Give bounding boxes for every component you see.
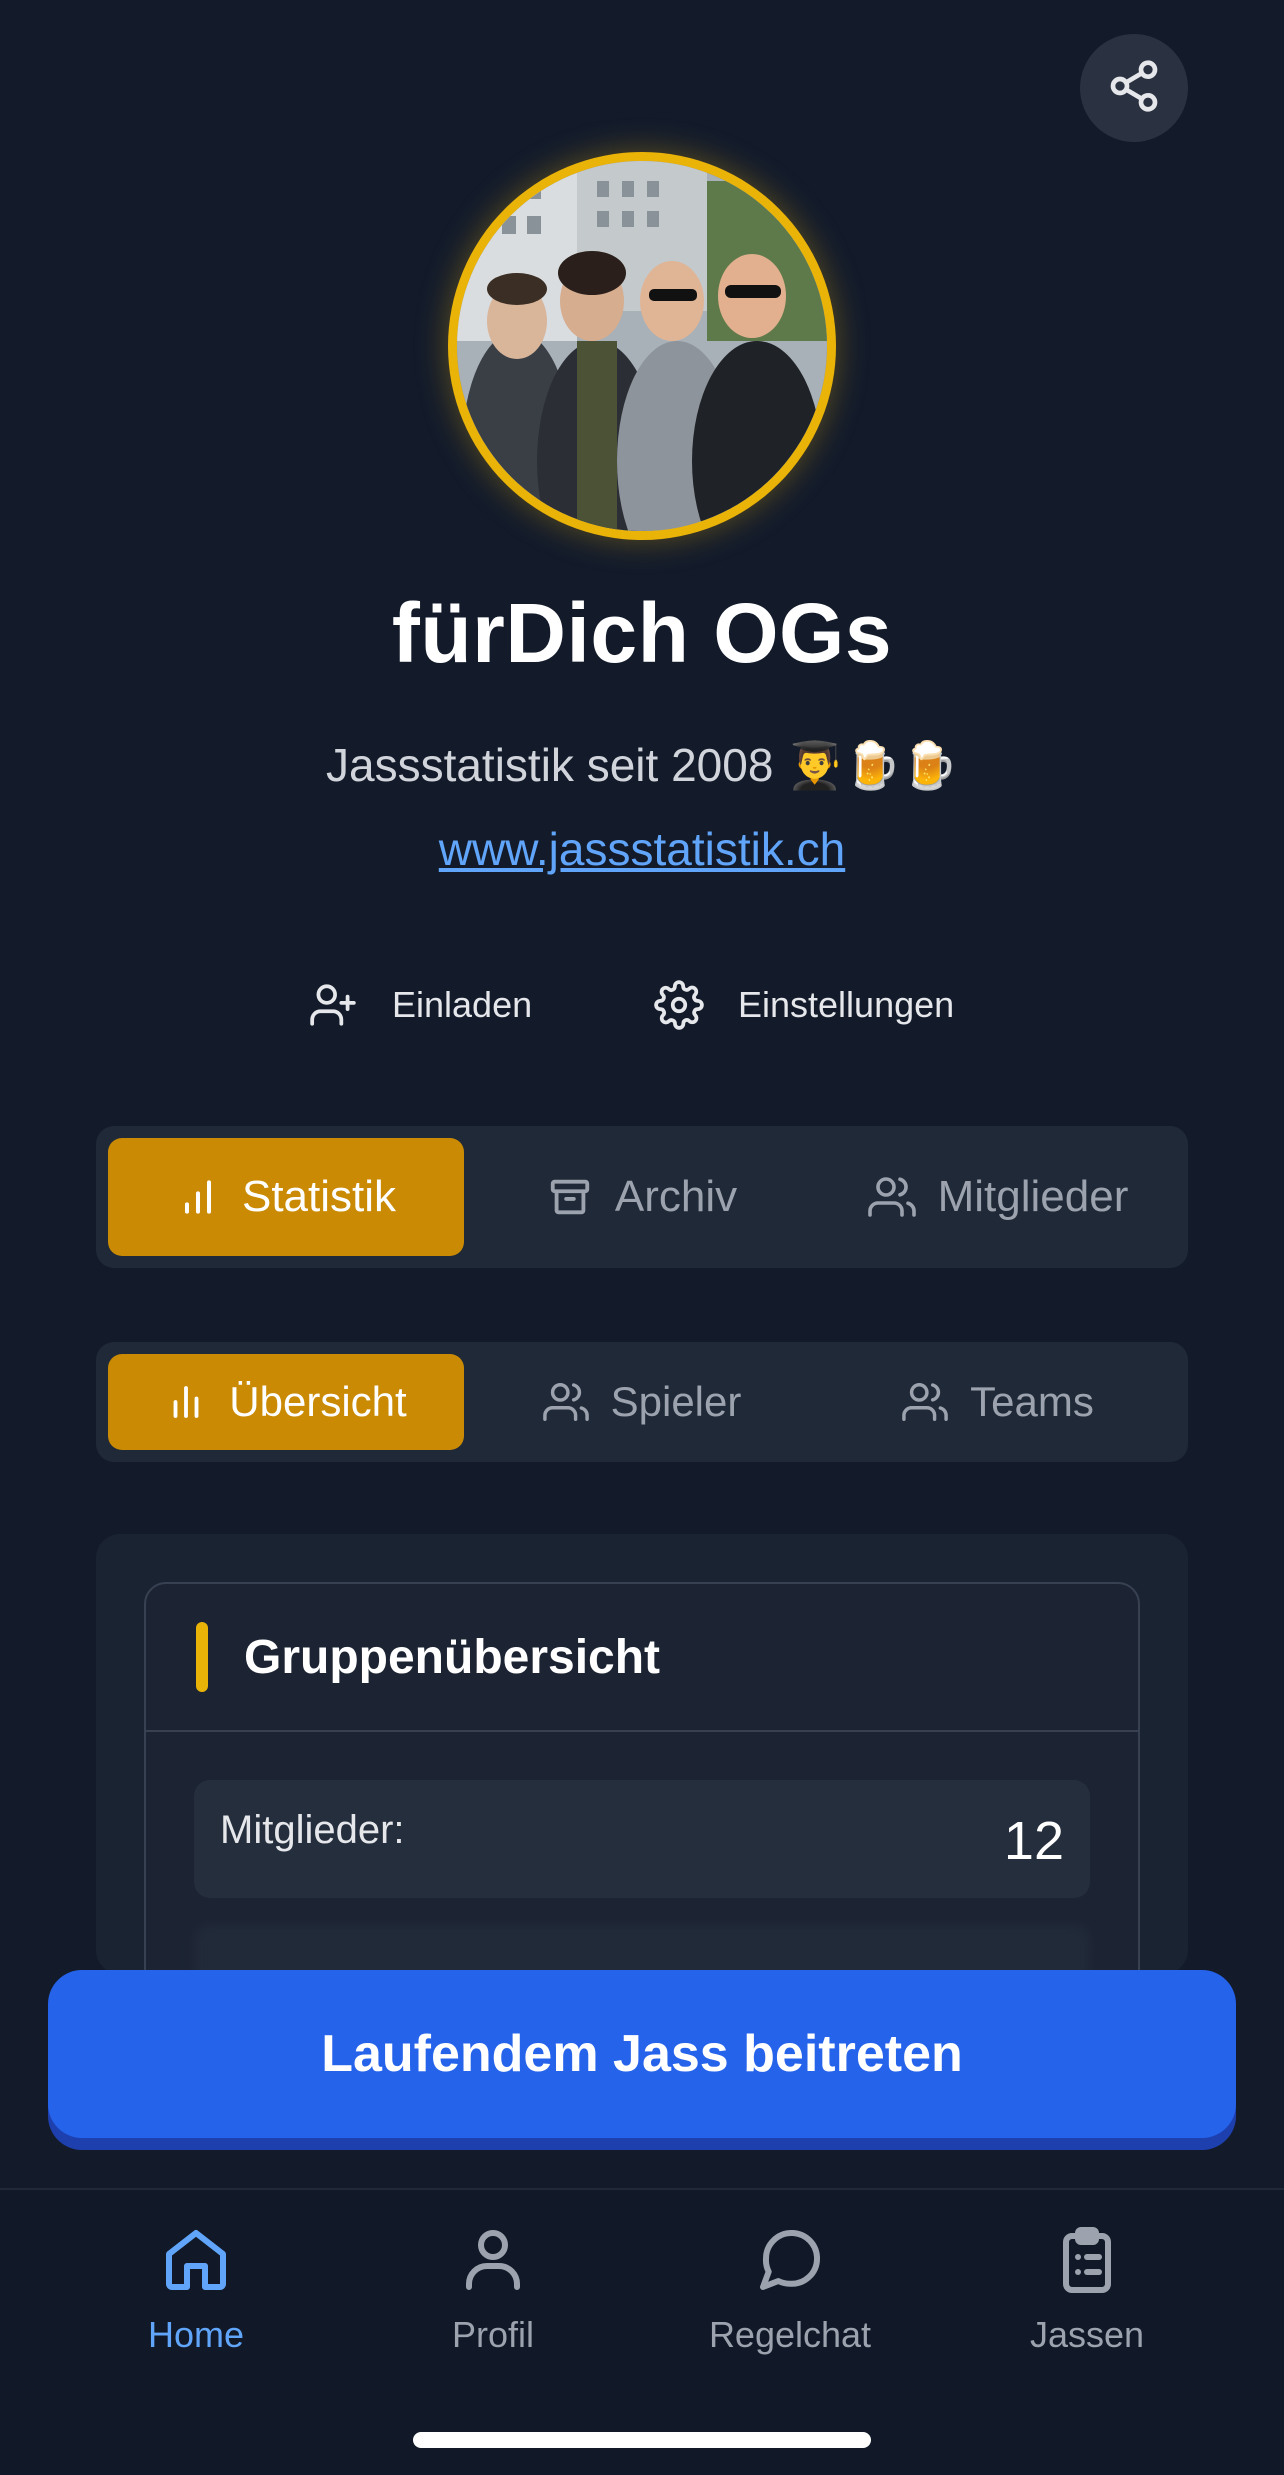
group-avatar[interactable] xyxy=(448,152,836,540)
user-plus-icon xyxy=(308,980,358,1030)
chat-bubble-icon xyxy=(754,2220,826,2300)
tab-label: Teams xyxy=(970,1378,1094,1425)
card-title: Gruppenübersicht xyxy=(244,1630,661,1684)
tab-mitglieder[interactable]: Mitglieder xyxy=(820,1138,1176,1256)
nav-label: Home xyxy=(147,2314,245,2355)
nav-jassen[interactable]: Jassen xyxy=(957,2220,1217,2370)
tab-teams[interactable]: Teams xyxy=(820,1354,1176,1450)
tab-label: Archiv xyxy=(614,1172,738,1221)
home-icon xyxy=(160,2220,232,2300)
clipboard-icon xyxy=(1051,2220,1123,2300)
tab-archiv[interactable]: Archiv xyxy=(472,1138,812,1256)
group-subtitle: Jassstatistik seit 2008 👨‍🎓🍺🍺 xyxy=(325,739,959,791)
user-icon xyxy=(457,2220,529,2300)
gear-icon xyxy=(654,980,704,1030)
tab-spieler[interactable]: Spieler xyxy=(472,1354,812,1450)
archive-icon xyxy=(547,1174,593,1220)
tab-label: Spieler xyxy=(610,1378,742,1425)
nav-label: Regelchat xyxy=(708,2314,872,2355)
tab-label: Übersicht xyxy=(229,1378,407,1425)
join-running-game-button[interactable]: Laufendem Jass beitreten xyxy=(48,1970,1236,2138)
tab-label: Mitglieder xyxy=(937,1172,1129,1221)
users-icon xyxy=(542,1379,589,1425)
invite-label: Einladen xyxy=(392,984,533,1025)
accent-bar xyxy=(196,1622,208,1692)
users-icon xyxy=(902,1379,948,1425)
nav-label: Profil xyxy=(451,2314,535,2355)
tab-uebersicht[interactable]: Übersicht xyxy=(108,1354,464,1450)
group-page: fürDich OGs Jassstatistik seit 2008 👨‍🎓🍺… xyxy=(0,0,1284,2475)
nav-home[interactable]: Home xyxy=(66,2220,326,2370)
group-website-link[interactable]: www.jassstatistik.ch xyxy=(0,822,1284,876)
bar-chart-icon xyxy=(176,1175,220,1219)
tab-label: Statistik xyxy=(241,1172,397,1221)
bar-chart-icon xyxy=(165,1381,207,1423)
stat-value: 12 xyxy=(1003,1811,1064,1871)
overview-section: Gruppenübersicht Mitglieder: 12 xyxy=(96,1534,1188,1974)
group-name: fürDich OGs xyxy=(391,586,893,680)
settings-button[interactable]: Einstellungen xyxy=(654,975,954,1035)
group-photo xyxy=(457,161,827,531)
stat-label: Mitglieder: xyxy=(220,1808,405,1852)
home-indicator xyxy=(413,2432,871,2448)
settings-label: Einstellungen xyxy=(738,984,955,1025)
tab-statistik[interactable]: Statistik xyxy=(108,1138,464,1256)
nav-profil[interactable]: Profil xyxy=(363,2220,623,2370)
group-overview-card: Gruppenübersicht Mitglieder: 12 xyxy=(144,1582,1140,1974)
share-icon xyxy=(1106,58,1162,119)
invite-button[interactable]: Einladen xyxy=(308,975,532,1035)
main-tabs: Statistik Archiv Mitglieder xyxy=(96,1126,1188,1268)
nav-label: Jassen xyxy=(1029,2314,1145,2355)
card-header: Gruppenübersicht xyxy=(146,1584,1138,1732)
users-icon xyxy=(867,1173,916,1221)
sub-tabs: Übersicht Spieler Teams xyxy=(96,1342,1188,1462)
share-button[interactable] xyxy=(1080,34,1188,142)
stat-row-members: Mitglieder: 12 xyxy=(194,1780,1090,1898)
nav-regelchat[interactable]: Regelchat xyxy=(660,2220,920,2370)
group-actions: Einladen Einstellungen xyxy=(0,975,1284,1035)
stat-row-partial xyxy=(194,1924,1090,1974)
